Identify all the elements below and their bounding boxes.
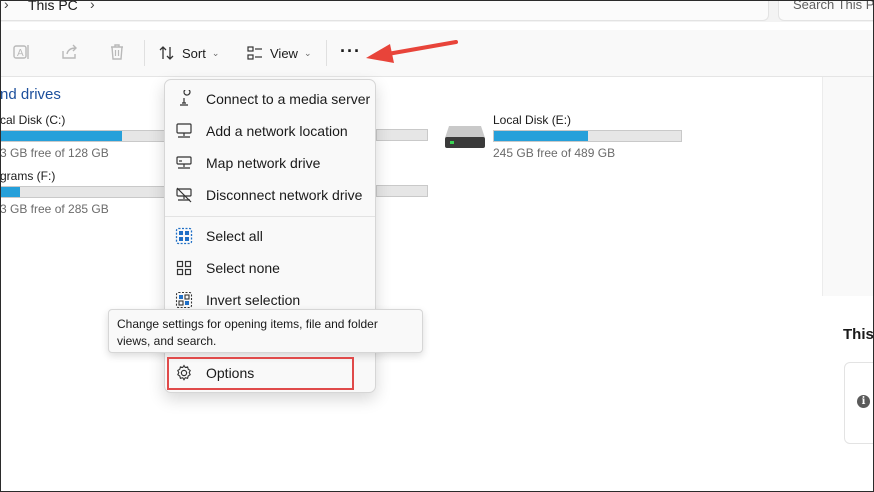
menu-item-label: Disconnect network drive [206,187,363,203]
chevron-down-icon: ⌄ [303,47,312,58]
menu-item-select-none[interactable]: Select none [171,253,371,283]
breadcrumb-this-pc[interactable]: This PC [28,0,78,13]
view-button[interactable]: View ⌄ [246,40,312,66]
invert-selection-icon [175,291,193,309]
more-options-button[interactable]: ··· [340,40,364,66]
options-highlight-annotation [167,357,354,390]
drive-usage-bar [376,185,428,197]
menu-item-label: Select all [206,228,263,244]
select-all-icon [175,227,193,245]
menu-item-label: Invert selection [206,292,301,308]
view-icon [247,46,262,60]
drive-usage-fill [494,131,588,141]
disconnect-drive-icon [175,186,193,204]
toolbar-divider [326,40,327,66]
map-drive-icon [175,154,193,172]
search-input[interactable]: Search This PC [778,0,874,21]
view-label: View [270,45,298,61]
drive-usage-fill [1,187,20,197]
section-title-devices-drives: nd drives [0,86,61,103]
toolbar-divider [144,40,145,66]
drive-usage-fill [1,131,122,141]
drive-name: Local Disk (E:) [493,113,572,127]
sort-label: Sort [182,45,206,61]
chevron-right-icon[interactable]: › [4,0,9,12]
sort-icon [159,46,174,60]
menu-item-label: Select none [206,260,280,276]
menu-item-label: Connect to a media server [206,91,371,107]
drive-usage-bar [0,130,165,142]
drive-c[interactable]: cal Disk (C:) 3 GB free of 128 GB [0,113,165,160]
drive-name: grams (F:) [0,169,56,183]
sort-button[interactable]: Sort ⌄ [158,40,219,66]
share-icon[interactable] [60,42,80,62]
menu-item-map-network-drive[interactable]: Map network drive [171,148,371,178]
drive-usage-bar [493,130,682,142]
menu-item-label: Add a network location [206,123,348,139]
drive-free-space: 3 GB free of 285 GB [0,202,109,216]
media-server-icon [175,90,193,108]
menu-divider [165,216,375,217]
network-location-icon [175,122,193,140]
drive-name: cal Disk (C:) [0,113,66,127]
svg-text:A: A [17,48,24,59]
rename-icon[interactable]: A [12,42,32,62]
info-icon: i [857,395,870,408]
menu-item-select-all[interactable]: Select all [171,221,371,251]
address-bar[interactable]: › This PC › [0,0,769,21]
select-none-icon [175,259,193,277]
search-placeholder: Search This PC [793,0,874,12]
chevron-right-icon[interactable]: › [90,0,95,12]
delete-icon[interactable] [107,42,127,62]
drive-free-space: 3 GB free of 128 GB [0,146,109,160]
drive-e[interactable]: Local Disk (E:) 245 GB free of 489 GB [493,113,682,160]
chevron-down-icon: ⌄ [211,47,220,58]
drive-usage-bar [0,186,165,198]
menu-item-add-network-location[interactable]: Add a network location [171,116,371,146]
menu-item-disconnect-network-drive[interactable]: Disconnect network drive [171,180,371,210]
hard-drive-icon [445,126,485,148]
annotation-arrow-icon [366,40,458,63]
menu-item-label: Map network drive [206,155,321,171]
address-row: › This PC › Search This PC [0,0,874,22]
details-heading: This [843,326,874,343]
options-tooltip: Change settings for opening items, file … [108,309,423,353]
drive-usage-bar [376,129,428,141]
menu-item-connect-media-server[interactable]: Connect to a media server [171,84,371,114]
drive-f[interactable]: grams (F:) 3 GB free of 285 GB [0,169,165,216]
drive-free-space: 245 GB free of 489 GB [493,146,616,160]
